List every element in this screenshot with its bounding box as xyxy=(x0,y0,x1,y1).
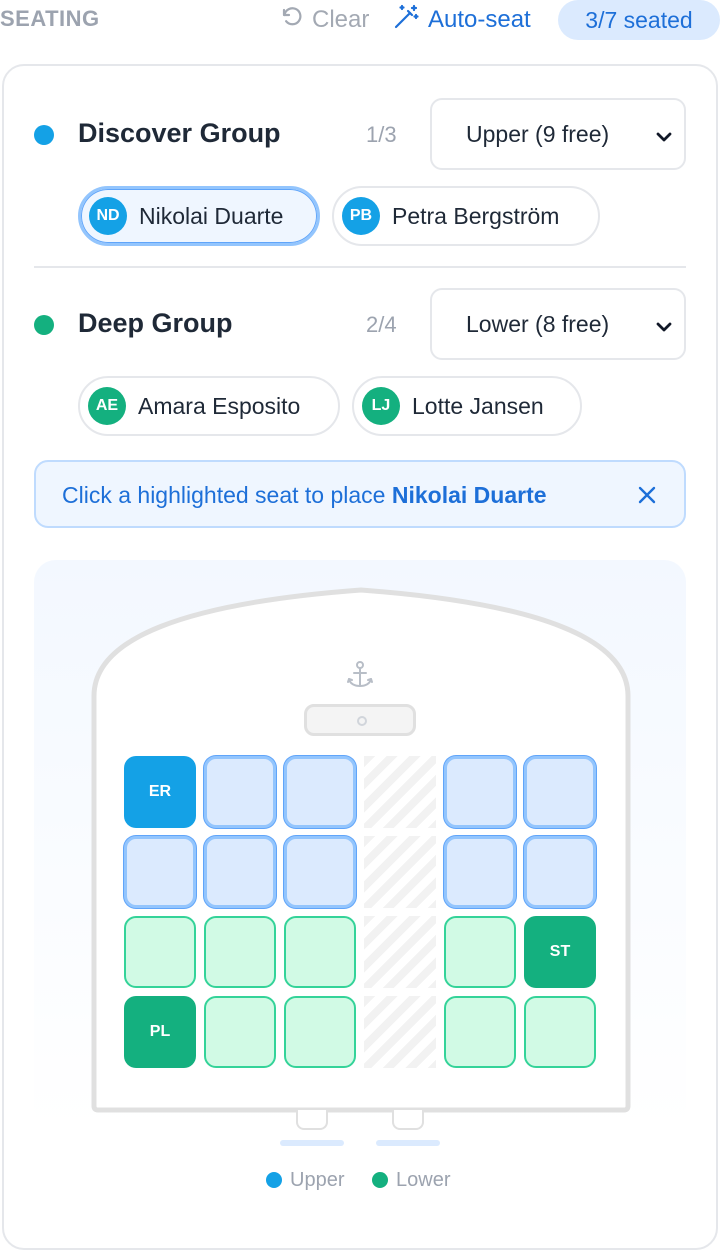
avatar: LJ xyxy=(362,387,400,425)
seat-r2-c3[interactable] xyxy=(284,836,356,908)
member-chip-lotte-jansen[interactable]: LJ Lotte Jansen xyxy=(352,376,582,436)
seat-r4-c6[interactable] xyxy=(524,996,596,1068)
avatar: PB xyxy=(342,197,380,235)
support-base xyxy=(376,1140,440,1146)
legend-label: Upper xyxy=(290,1168,345,1191)
group-count: 2/4 xyxy=(366,312,397,337)
seat-r3-c6: ST xyxy=(524,916,596,988)
boat-support xyxy=(392,1110,424,1130)
deck-select-value: Lower (8 free) xyxy=(466,310,610,337)
member-name: Amara Esposito xyxy=(138,392,301,419)
console-dot xyxy=(357,716,367,726)
deck-select-value: Upper (9 free) xyxy=(466,120,610,147)
seat-r1-c3[interactable] xyxy=(284,756,356,828)
close-icon[interactable] xyxy=(636,484,658,511)
group-name: Deep Group xyxy=(78,308,233,338)
aisle xyxy=(364,836,436,908)
group-divider xyxy=(34,266,686,268)
seat-r2-c1[interactable] xyxy=(124,836,196,908)
top-bar: SEATING Clear Auto-seat 3/7 seated xyxy=(0,0,720,40)
avatar: ND xyxy=(89,197,127,235)
seat-r1-c2[interactable] xyxy=(204,756,276,828)
clear-button[interactable]: Clear xyxy=(280,4,369,36)
aisle xyxy=(364,756,436,828)
member-name: Nikolai Duarte xyxy=(139,202,284,229)
hint-prefix: Click a highlighted seat to place xyxy=(62,482,392,508)
auto-seat-button[interactable]: Auto-seat xyxy=(392,4,531,36)
chevron-down-icon xyxy=(654,126,674,153)
group-color-dot xyxy=(34,315,54,335)
chevron-down-icon xyxy=(654,316,674,343)
legend-dot xyxy=(372,1172,388,1188)
seat-r3-c3[interactable] xyxy=(284,916,356,988)
seat-r4-c1: PL xyxy=(124,996,196,1068)
deck-select[interactable]: Upper (9 free) xyxy=(430,98,686,170)
legend-label: Lower xyxy=(396,1168,451,1191)
seat-r1-c6[interactable] xyxy=(524,756,596,828)
member-chip-nikolai-duarte[interactable]: ND Nikolai Duarte xyxy=(78,186,320,246)
boat-support xyxy=(296,1110,328,1130)
legend-dot xyxy=(266,1172,282,1188)
aisle xyxy=(364,916,436,988)
group-color-dot xyxy=(34,125,54,145)
member-chip-amara-esposito[interactable]: AE Amara Esposito xyxy=(78,376,340,436)
avatar: AE xyxy=(88,387,126,425)
seat-r2-c2[interactable] xyxy=(204,836,276,908)
group-row-deep: Deep Group 2/4 Lower (8 free) xyxy=(34,288,686,362)
member-chip-petra-bergstrom[interactable]: PB Petra Bergström xyxy=(332,186,600,246)
legend-lower: Lower xyxy=(372,1168,450,1192)
undo-icon xyxy=(280,5,312,36)
group-row-discover: Discover Group 1/3 Upper (9 free) xyxy=(34,98,686,172)
deck-select[interactable]: Lower (8 free) xyxy=(430,288,686,360)
hint-person: Nikolai Duarte xyxy=(391,482,547,508)
seat-r4-c2[interactable] xyxy=(204,996,276,1068)
placement-hint: Click a highlighted seat to place Nikola… xyxy=(34,460,686,528)
support-base xyxy=(280,1140,344,1146)
section-title: SEATING xyxy=(0,6,100,31)
seat-r3-c2[interactable] xyxy=(204,916,276,988)
clear-label: Clear xyxy=(312,6,370,33)
hint-text: Click a highlighted seat to place Nikola… xyxy=(62,482,547,509)
seat-r1-c5[interactable] xyxy=(444,756,516,828)
member-name: Petra Bergström xyxy=(392,202,560,229)
seat-r3-c1[interactable] xyxy=(124,916,196,988)
seat-r3-c5[interactable] xyxy=(444,916,516,988)
seat-r2-c5[interactable] xyxy=(444,836,516,908)
seated-count-badge: 3/7 seated xyxy=(558,0,720,40)
member-name: Lotte Jansen xyxy=(412,392,544,419)
seat-r1-c1: ER xyxy=(124,756,196,828)
aisle xyxy=(364,996,436,1068)
magic-wand-icon xyxy=(392,3,428,38)
anchor-icon xyxy=(346,660,374,695)
seat-r4-c3[interactable] xyxy=(284,996,356,1068)
legend-upper: Upper xyxy=(266,1168,344,1192)
group-count: 1/3 xyxy=(366,122,397,147)
seat-r2-c6[interactable] xyxy=(524,836,596,908)
group-name: Discover Group xyxy=(78,118,281,148)
helm-console xyxy=(304,704,416,736)
auto-seat-label: Auto-seat xyxy=(428,6,531,33)
seat-r4-c5[interactable] xyxy=(444,996,516,1068)
